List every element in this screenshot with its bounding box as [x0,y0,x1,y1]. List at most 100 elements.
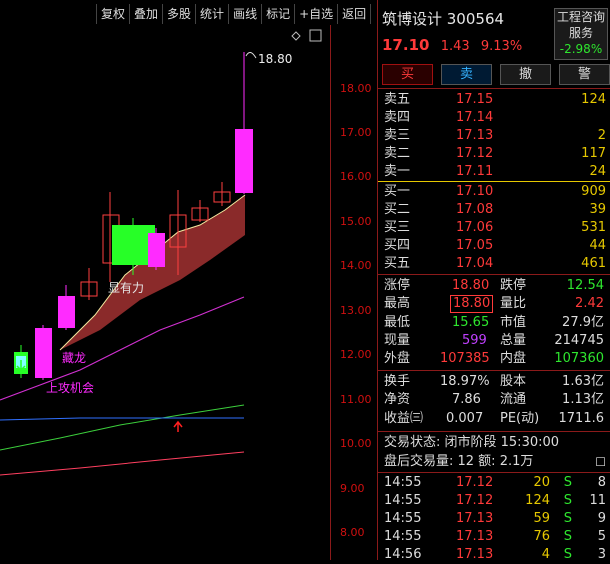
alert-button[interactable]: 警 [559,64,610,85]
divider [378,472,610,473]
axis-tick: 12.00 [340,348,372,361]
tick-price: 17.12 [456,475,494,490]
market-cap-value: 27.9亿 [562,315,604,330]
axis-tick: 8.00 [340,526,365,539]
axis-tick: 15.00 [340,215,372,228]
bid-row[interactable]: 买一 17.10 909 [384,183,606,201]
divider [378,431,610,432]
stock-name: 筑博设计 300564 [382,10,505,28]
bid-label: 买一 [384,184,411,199]
tick-row: 14:55 17.13 59 S 9 [382,510,608,528]
cancel-order-button[interactable]: 撤 [500,64,551,85]
stat-label: 总量 [500,333,527,348]
candle [148,233,165,267]
ask-row[interactable]: 卖二 17.12 117 [384,145,606,163]
candle [235,129,253,193]
stat-label: 外盘 [384,351,411,366]
high-value: 18.80 [450,295,494,313]
tick-price: 17.13 [456,547,494,562]
tick-time: 14:55 [384,475,422,490]
tick-row: 14:55 17.12 20 S 8 [382,474,608,492]
bid-row[interactable]: 买四 17.05 44 [384,237,606,255]
buy-button[interactable]: 买 [382,64,433,85]
tick-vol: 20 [533,475,550,490]
tick-count: 8 [597,475,606,490]
bid-row[interactable]: 买二 17.08 39 [384,201,606,219]
annotation-strong: 显有力 [108,281,144,295]
ma-line-blue [0,417,244,421]
pe-value: 1711.6 [558,411,605,426]
axis-tick: 18.00 [340,82,372,95]
bid-vol: 461 [581,256,606,271]
tick-price: 17.13 [456,529,494,544]
high-marker [245,52,257,59]
sector-pct: -2.98% [559,42,603,56]
stat-label: 跌停 [500,278,527,293]
sell-button[interactable]: 卖 [441,64,492,85]
ma-line-pink [0,451,245,476]
bid-price: 17.10 [456,184,494,199]
stat-label: 股本 [500,374,527,389]
stat-label: 净资 [384,392,411,407]
diamond-icon[interactable] [291,31,301,41]
ask-row[interactable]: 卖四 17.14 [384,109,606,127]
tick-time: 14:56 [384,547,422,562]
book-divider [378,181,610,182]
divider [378,370,610,371]
current-price-row: 17.10 1.43 9.13% [382,36,522,54]
tick-vol: 76 [533,529,550,544]
sector-badge[interactable]: 工程咨询 服务 -2.98% [554,8,608,60]
stat-label: 现量 [384,333,411,348]
kline-chart[interactable]: 18.80 显有力 藏龙 上攻机会 [0,0,377,560]
tick-count: 11 [589,493,606,508]
tick-time: 14:55 [384,511,422,526]
ask-row[interactable]: 卖一 17.11 24 [384,163,606,181]
stat-label: 内盘 [500,351,527,366]
tick-side: S [563,475,572,490]
ask-row[interactable]: 卖三 17.13 2 [384,127,606,145]
ask-vol: 124 [581,92,606,107]
tick-time: 14:55 [384,493,422,508]
tick-count: 5 [597,529,606,544]
net-assets-value: 7.86 [452,392,481,407]
annotation-hidden-dragon: 藏龙 [62,351,86,365]
bid-price: 17.08 [456,202,494,217]
ask-row[interactable]: 卖五 17.15 124 [384,91,606,109]
axis-tick: 16.00 [340,170,372,183]
current-price: 17.10 [382,36,430,54]
total-volume-value: 214745 [554,333,604,348]
stat-label: 涨停 [384,278,411,293]
tick-row: 14:56 17.13 4 S 3 [382,546,608,564]
quote-panel: 筑博设计 300564 工程咨询 服务 -2.98% 17.10 1.43 9.… [378,0,610,562]
turnover-value: 18.97% [440,374,490,389]
volume-ratio-value: 2.42 [575,296,604,311]
tick-count: 9 [597,511,606,526]
outer-volume-value: 107385 [440,351,490,366]
tick-time: 14:55 [384,529,422,544]
axis-tick: 13.00 [340,304,372,317]
bid-row[interactable]: 买五 17.04 461 [384,255,606,273]
eps-value: 0.007 [446,411,484,426]
bid-vol: 531 [581,220,606,235]
window-toggle-icon[interactable] [309,29,322,42]
float-value: 1.13亿 [562,392,604,407]
tick-row: 14:55 17.13 76 S 5 [382,528,608,546]
bid-vol: 44 [589,238,606,253]
stat-label: 流通 [500,392,527,407]
divider [378,88,610,89]
tick-price: 17.13 [456,511,494,526]
share-capital-value: 1.63亿 [562,374,604,389]
stat-label: 收益㈢ [384,411,424,426]
current-volume-value: 599 [462,333,487,348]
ask-price: 17.12 [456,146,494,161]
price-change: 1.43 [440,39,470,54]
bid-price: 17.06 [456,220,494,235]
bid-row[interactable]: 买三 17.06 531 [384,219,606,237]
tick-side: S [563,529,572,544]
expand-toggle-icon[interactable]: ☐ [595,453,606,471]
candle [35,328,52,378]
annotation-rise: 上攻机会 [46,381,94,395]
ask-label: 卖一 [384,164,411,179]
price-change-pct: 9.13% [480,39,523,54]
sector-name: 工程咨询 [556,10,605,24]
